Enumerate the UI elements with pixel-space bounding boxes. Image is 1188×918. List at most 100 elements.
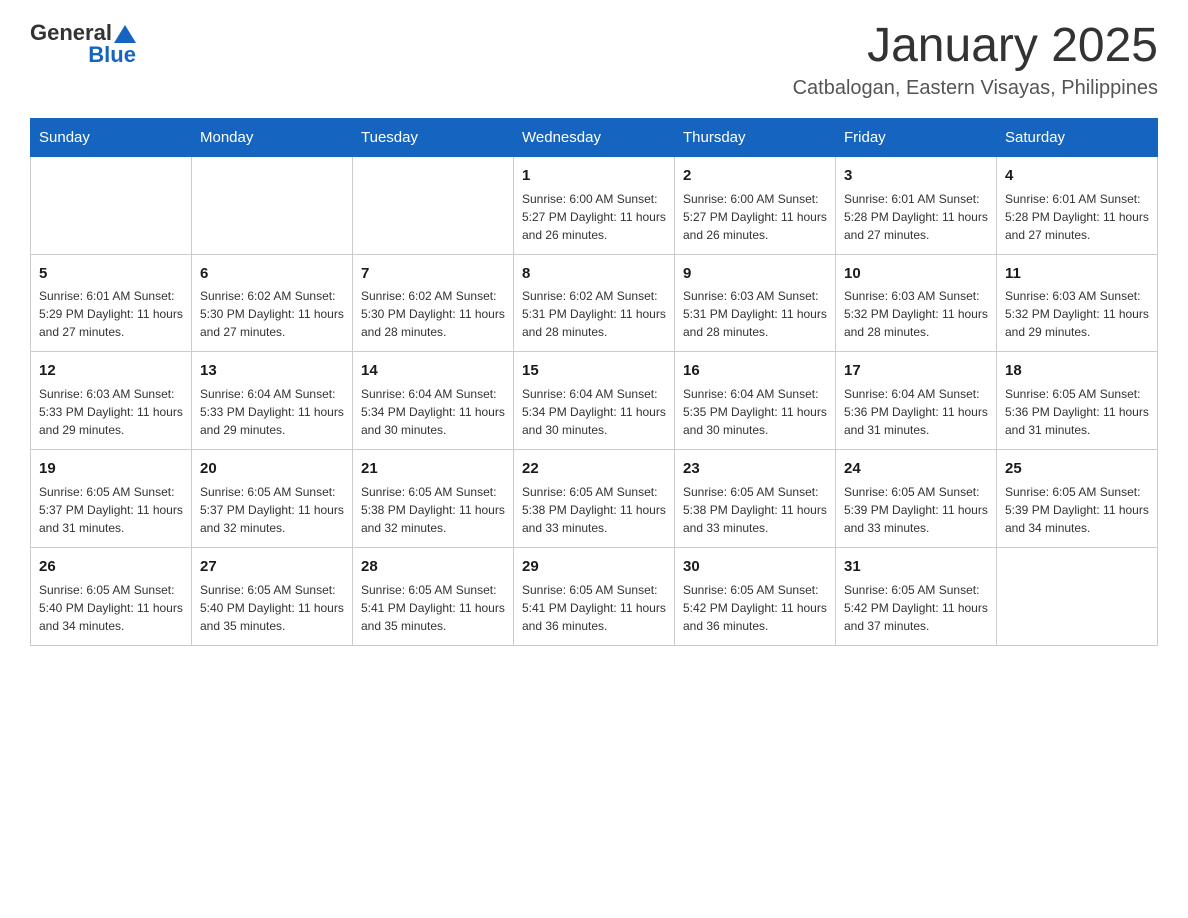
day-number: 12 xyxy=(39,360,183,382)
calendar-day-8: 8Sunrise: 6:02 AM Sunset: 5:31 PM Daylig… xyxy=(514,254,675,352)
day-info: Sunrise: 6:05 AM Sunset: 5:42 PM Dayligh… xyxy=(844,581,988,635)
calendar-header-wednesday: Wednesday xyxy=(514,118,675,156)
calendar-day-25: 25 Sunrise: 6:05 AM Sunset: 5:39 PM Dayli… xyxy=(997,450,1158,548)
day-info: Sunrise: 6:05 AM Sunset: 5:41 PM Dayligh… xyxy=(361,581,505,635)
day-number: 11 xyxy=(1005,263,1149,285)
day-number: 13 xyxy=(200,360,344,382)
day-number: 15 xyxy=(522,360,666,382)
day-info: Sunrise: 6:04 AM Sunset: 5:36 PM Dayligh… xyxy=(844,385,988,439)
title-section: January 2025 Catbalogan, Eastern Visayas… xyxy=(793,20,1158,100)
day-info: Sunrise: 6:04 AM Sunset: 5:33 PM Dayligh… xyxy=(200,385,344,439)
calendar-day-22: 22 Sunrise: 6:05 AM Sunset: 5:38 PM Dayli… xyxy=(514,450,675,548)
day-info: Sunrise: 6:01 AM Sunset: 5:29 PM Dayligh… xyxy=(39,287,183,341)
day-number: 1 xyxy=(522,165,666,187)
calendar-day-28: 28 Sunrise: 6:05 AM Sunset: 5:41 PM Dayli… xyxy=(353,547,514,645)
day-info: Sunrise: 6:01 AM Sunset: 5:28 PM Dayligh… xyxy=(844,190,988,244)
calendar-day-7: 7Sunrise: 6:02 AM Sunset: 5:30 PM Daylig… xyxy=(353,254,514,352)
day-info: Sunrise: 6:05 AM Sunset: 5:37 PM Dayligh… xyxy=(200,483,344,537)
calendar-day-31: 31 Sunrise: 6:05 AM Sunset: 5:42 PM Dayli… xyxy=(836,547,997,645)
day-info: Sunrise: 6:05 AM Sunset: 5:38 PM Dayligh… xyxy=(361,483,505,537)
day-info: Sunrise: 6:05 AM Sunset: 5:39 PM Dayligh… xyxy=(1005,483,1149,537)
calendar-day-16: 16 Sunrise: 6:04 AM Sunset: 5:35 PM Dayli… xyxy=(675,352,836,450)
calendar-day-26: 26 Sunrise: 6:05 AM Sunset: 5:40 PM Dayli… xyxy=(31,547,192,645)
day-info: Sunrise: 6:04 AM Sunset: 5:35 PM Dayligh… xyxy=(683,385,827,439)
logo: General Blue xyxy=(30,20,136,68)
calendar-day-21: 21Sunrise: 6:05 AM Sunset: 5:38 PM Dayli… xyxy=(353,450,514,548)
calendar-table: SundayMondayTuesdayWednesdayThursdayFrid… xyxy=(30,118,1158,646)
day-number: 28 xyxy=(361,556,505,578)
day-number: 2 xyxy=(683,165,827,187)
calendar-day-29: 29Sunrise: 6:05 AM Sunset: 5:41 PM Dayli… xyxy=(514,547,675,645)
day-info: Sunrise: 6:01 AM Sunset: 5:28 PM Dayligh… xyxy=(1005,190,1149,244)
calendar-day-13: 13 Sunrise: 6:04 AM Sunset: 5:33 PM Dayli… xyxy=(192,352,353,450)
day-info: Sunrise: 6:04 AM Sunset: 5:34 PM Dayligh… xyxy=(522,385,666,439)
day-info: Sunrise: 6:05 AM Sunset: 5:42 PM Dayligh… xyxy=(683,581,827,635)
calendar-day-2: 2 Sunrise: 6:00 AM Sunset: 5:27 PM Daylig… xyxy=(675,156,836,254)
calendar-day-20: 20 Sunrise: 6:05 AM Sunset: 5:37 PM Dayli… xyxy=(192,450,353,548)
day-info: Sunrise: 6:05 AM Sunset: 5:39 PM Dayligh… xyxy=(844,483,988,537)
day-number: 8 xyxy=(522,263,666,285)
page-header: General Blue January 2025 Catbalogan, Ea… xyxy=(30,20,1158,100)
day-number: 16 xyxy=(683,360,827,382)
calendar-header-row: SundayMondayTuesdayWednesdayThursdayFrid… xyxy=(31,118,1158,156)
day-info: Sunrise: 6:05 AM Sunset: 5:38 PM Dayligh… xyxy=(522,483,666,537)
logo-blue-text: Blue xyxy=(88,42,136,68)
day-number: 27 xyxy=(200,556,344,578)
calendar-header-saturday: Saturday xyxy=(997,118,1158,156)
calendar-header-sunday: Sunday xyxy=(31,118,192,156)
month-title: January 2025 xyxy=(793,20,1158,73)
day-number: 6 xyxy=(200,263,344,285)
calendar-day-24: 24 Sunrise: 6:05 AM Sunset: 5:39 PM Dayli… xyxy=(836,450,997,548)
calendar-day-10: 10Sunrise: 6:03 AM Sunset: 5:32 PM Dayli… xyxy=(836,254,997,352)
day-number: 7 xyxy=(361,263,505,285)
day-number: 30 xyxy=(683,556,827,578)
day-number: 25 xyxy=(1005,458,1149,480)
day-number: 31 xyxy=(844,556,988,578)
day-number: 4 xyxy=(1005,165,1149,187)
day-info: Sunrise: 6:05 AM Sunset: 5:38 PM Dayligh… xyxy=(683,483,827,537)
calendar-day-5: 5Sunrise: 6:01 AM Sunset: 5:29 PM Daylig… xyxy=(31,254,192,352)
day-number: 3 xyxy=(844,165,988,187)
day-info: Sunrise: 6:02 AM Sunset: 5:30 PM Dayligh… xyxy=(200,287,344,341)
day-info: Sunrise: 6:02 AM Sunset: 5:30 PM Dayligh… xyxy=(361,287,505,341)
calendar-day-3: 3 Sunrise: 6:01 AM Sunset: 5:28 PM Daylig… xyxy=(836,156,997,254)
calendar-week-row: 19Sunrise: 6:05 AM Sunset: 5:37 PM Dayli… xyxy=(31,450,1158,548)
calendar-day-14: 14Sunrise: 6:04 AM Sunset: 5:34 PM Dayli… xyxy=(353,352,514,450)
day-info: Sunrise: 6:03 AM Sunset: 5:32 PM Dayligh… xyxy=(844,287,988,341)
day-number: 5 xyxy=(39,263,183,285)
day-number: 17 xyxy=(844,360,988,382)
day-info: Sunrise: 6:00 AM Sunset: 5:27 PM Dayligh… xyxy=(683,190,827,244)
calendar-header-monday: Monday xyxy=(192,118,353,156)
calendar-day-18: 18Sunrise: 6:05 AM Sunset: 5:36 PM Dayli… xyxy=(997,352,1158,450)
calendar-header-tuesday: Tuesday xyxy=(353,118,514,156)
day-info: Sunrise: 6:00 AM Sunset: 5:27 PM Dayligh… xyxy=(522,190,666,244)
day-number: 24 xyxy=(844,458,988,480)
day-info: Sunrise: 6:02 AM Sunset: 5:31 PM Dayligh… xyxy=(522,287,666,341)
day-number: 22 xyxy=(522,458,666,480)
calendar-empty-cell xyxy=(31,156,192,254)
day-info: Sunrise: 6:05 AM Sunset: 5:41 PM Dayligh… xyxy=(522,581,666,635)
calendar-day-4: 4 Sunrise: 6:01 AM Sunset: 5:28 PM Daylig… xyxy=(997,156,1158,254)
day-number: 20 xyxy=(200,458,344,480)
day-info: Sunrise: 6:05 AM Sunset: 5:37 PM Dayligh… xyxy=(39,483,183,537)
calendar-day-9: 9Sunrise: 6:03 AM Sunset: 5:31 PM Daylig… xyxy=(675,254,836,352)
day-number: 26 xyxy=(39,556,183,578)
day-info: Sunrise: 6:03 AM Sunset: 5:33 PM Dayligh… xyxy=(39,385,183,439)
location-title: Catbalogan, Eastern Visayas, Philippines xyxy=(793,77,1158,100)
day-info: Sunrise: 6:05 AM Sunset: 5:40 PM Dayligh… xyxy=(200,581,344,635)
calendar-day-6: 6Sunrise: 6:02 AM Sunset: 5:30 PM Daylig… xyxy=(192,254,353,352)
calendar-day-11: 11Sunrise: 6:03 AM Sunset: 5:32 PM Dayli… xyxy=(997,254,1158,352)
calendar-day-15: 15 Sunrise: 6:04 AM Sunset: 5:34 PM Dayli… xyxy=(514,352,675,450)
calendar-day-23: 23 Sunrise: 6:05 AM Sunset: 5:38 PM Dayli… xyxy=(675,450,836,548)
day-info: Sunrise: 6:05 AM Sunset: 5:40 PM Dayligh… xyxy=(39,581,183,635)
day-info: Sunrise: 6:03 AM Sunset: 5:32 PM Dayligh… xyxy=(1005,287,1149,341)
day-number: 10 xyxy=(844,263,988,285)
calendar-day-17: 17 Sunrise: 6:04 AM Sunset: 5:36 PM Dayli… xyxy=(836,352,997,450)
day-info: Sunrise: 6:05 AM Sunset: 5:36 PM Dayligh… xyxy=(1005,385,1149,439)
calendar-week-row: 12 Sunrise: 6:03 AM Sunset: 5:33 PM Dayli… xyxy=(31,352,1158,450)
day-number: 14 xyxy=(361,360,505,382)
calendar-week-row: 26 Sunrise: 6:05 AM Sunset: 5:40 PM Dayli… xyxy=(31,547,1158,645)
day-info: Sunrise: 6:03 AM Sunset: 5:31 PM Dayligh… xyxy=(683,287,827,341)
day-number: 23 xyxy=(683,458,827,480)
calendar-day-12: 12 Sunrise: 6:03 AM Sunset: 5:33 PM Dayli… xyxy=(31,352,192,450)
